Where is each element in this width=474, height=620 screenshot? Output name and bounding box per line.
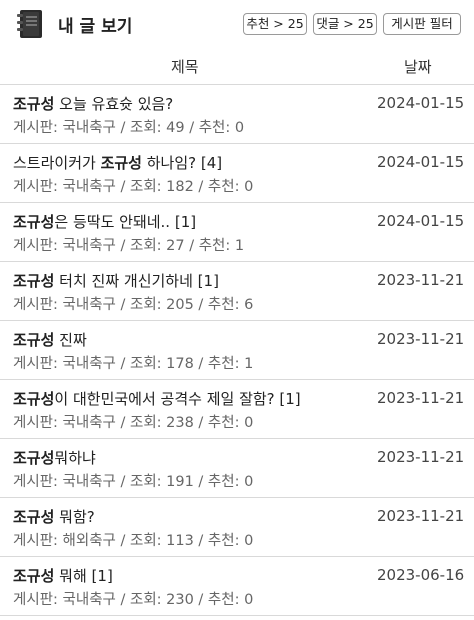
post-title[interactable]: 조규성 뭐해 [1]: [13, 565, 113, 586]
table-row[interactable]: 조규성 뭐해 [1] 게시판: 국내축구 / 조회: 230 / 추천: 0 2…: [0, 557, 474, 616]
post-date: 2024-01-15: [377, 212, 465, 230]
post-meta: 게시판: 해외축구 / 조회: 113 / 추천: 0: [13, 533, 254, 549]
post-meta: 게시판: 국내축구 / 조회: 238 / 추천: 0: [13, 415, 254, 431]
highlight-keyword: 조규성: [13, 331, 55, 349]
highlight-keyword: 조규성: [13, 449, 55, 467]
table-row[interactable]: 조규성 오늘 유효슛 있음? 게시판: 국내축구 / 조회: 49 / 추천: …: [0, 85, 474, 144]
column-header-date: 날짜: [404, 58, 432, 76]
table-row[interactable]: 조규성이 대한민국에서 공격수 제일 잘함? [1] 게시판: 국내축구 / 조…: [0, 380, 474, 439]
post-date: 2024-01-15: [377, 94, 465, 112]
highlight-keyword: 조규성: [13, 567, 55, 585]
table-row[interactable]: 조규성 터치 진짜 개신기하네 [1] 게시판: 국내축구 / 조회: 205 …: [0, 262, 474, 321]
post-meta: 게시판: 국내축구 / 조회: 182 / 추천: 0: [13, 179, 254, 195]
comment-filter-button[interactable]: 댓글 > 25: [313, 13, 377, 35]
post-title[interactable]: 조규성은 등딱도 안돼네.. [1]: [13, 211, 196, 232]
post-date: 2024-01-15: [377, 153, 465, 171]
post-meta: 게시판: 국내축구 / 조회: 191 / 추천: 0: [13, 474, 254, 490]
highlight-keyword: 조규성: [100, 154, 142, 172]
notebook-icon[interactable]: [14, 9, 46, 39]
highlight-keyword: 조규성: [13, 508, 55, 526]
post-date: 2023-06-16: [377, 566, 465, 584]
post-title[interactable]: 스트라이커가 조규성 하나임? [4]: [13, 152, 222, 173]
table-row[interactable]: 조규성 진짜 게시판: 국내축구 / 조회: 178 / 추천: 1 2023-…: [0, 321, 474, 380]
post-title[interactable]: 조규성뭐하냐: [13, 447, 96, 468]
board-filter-button[interactable]: 게시판 필터: [383, 13, 461, 35]
post-title[interactable]: 조규성 터치 진짜 개신기하네 [1]: [13, 270, 219, 291]
table-header: 제목 날짜: [0, 44, 474, 85]
highlight-keyword: 조규성: [13, 95, 55, 113]
post-title[interactable]: 조규성 뭐함?: [13, 506, 95, 527]
table-row[interactable]: 조규성뭐하냐 게시판: 국내축구 / 조회: 191 / 추천: 0 2023-…: [0, 439, 474, 498]
table-row[interactable]: 조규성 뭐함? 게시판: 해외축구 / 조회: 113 / 추천: 0 2023…: [0, 498, 474, 557]
highlight-keyword: 조규성: [13, 213, 55, 231]
post-list: 조규성 오늘 유효슛 있음? 게시판: 국내축구 / 조회: 49 / 추천: …: [0, 85, 474, 616]
table-row[interactable]: 조규성은 등딱도 안돼네.. [1] 게시판: 국내축구 / 조회: 27 / …: [0, 203, 474, 262]
post-title[interactable]: 조규성 오늘 유효슛 있음?: [13, 93, 173, 114]
highlight-keyword: 조규성: [13, 272, 55, 290]
recommend-filter-button[interactable]: 추천 > 25: [243, 13, 307, 35]
top-bar: 내 글 보기 추천 > 25 댓글 > 25 게시판 필터: [0, 0, 474, 45]
post-date: 2023-11-21: [377, 271, 465, 289]
highlight-keyword: 조규성: [13, 390, 55, 408]
column-header-title: 제목: [171, 58, 199, 76]
post-date: 2023-11-21: [377, 330, 465, 348]
page-title: 내 글 보기: [58, 17, 133, 37]
post-date: 2023-11-21: [377, 507, 465, 525]
post-meta: 게시판: 국내축구 / 조회: 205 / 추천: 6: [13, 297, 254, 313]
post-meta: 게시판: 국내축구 / 조회: 230 / 추천: 0: [13, 592, 254, 608]
post-date: 2023-11-21: [377, 389, 465, 407]
post-title[interactable]: 조규성이 대한민국에서 공격수 제일 잘함? [1]: [13, 388, 301, 409]
post-meta: 게시판: 국내축구 / 조회: 49 / 추천: 0: [13, 120, 245, 136]
post-date: 2023-11-21: [377, 448, 465, 466]
post-title[interactable]: 조규성 진짜: [13, 329, 87, 350]
post-meta: 게시판: 국내축구 / 조회: 178 / 추천: 1: [13, 356, 254, 372]
table-row[interactable]: 스트라이커가 조규성 하나임? [4] 게시판: 국내축구 / 조회: 182 …: [0, 144, 474, 203]
post-meta: 게시판: 국내축구 / 조회: 27 / 추천: 1: [13, 238, 245, 254]
